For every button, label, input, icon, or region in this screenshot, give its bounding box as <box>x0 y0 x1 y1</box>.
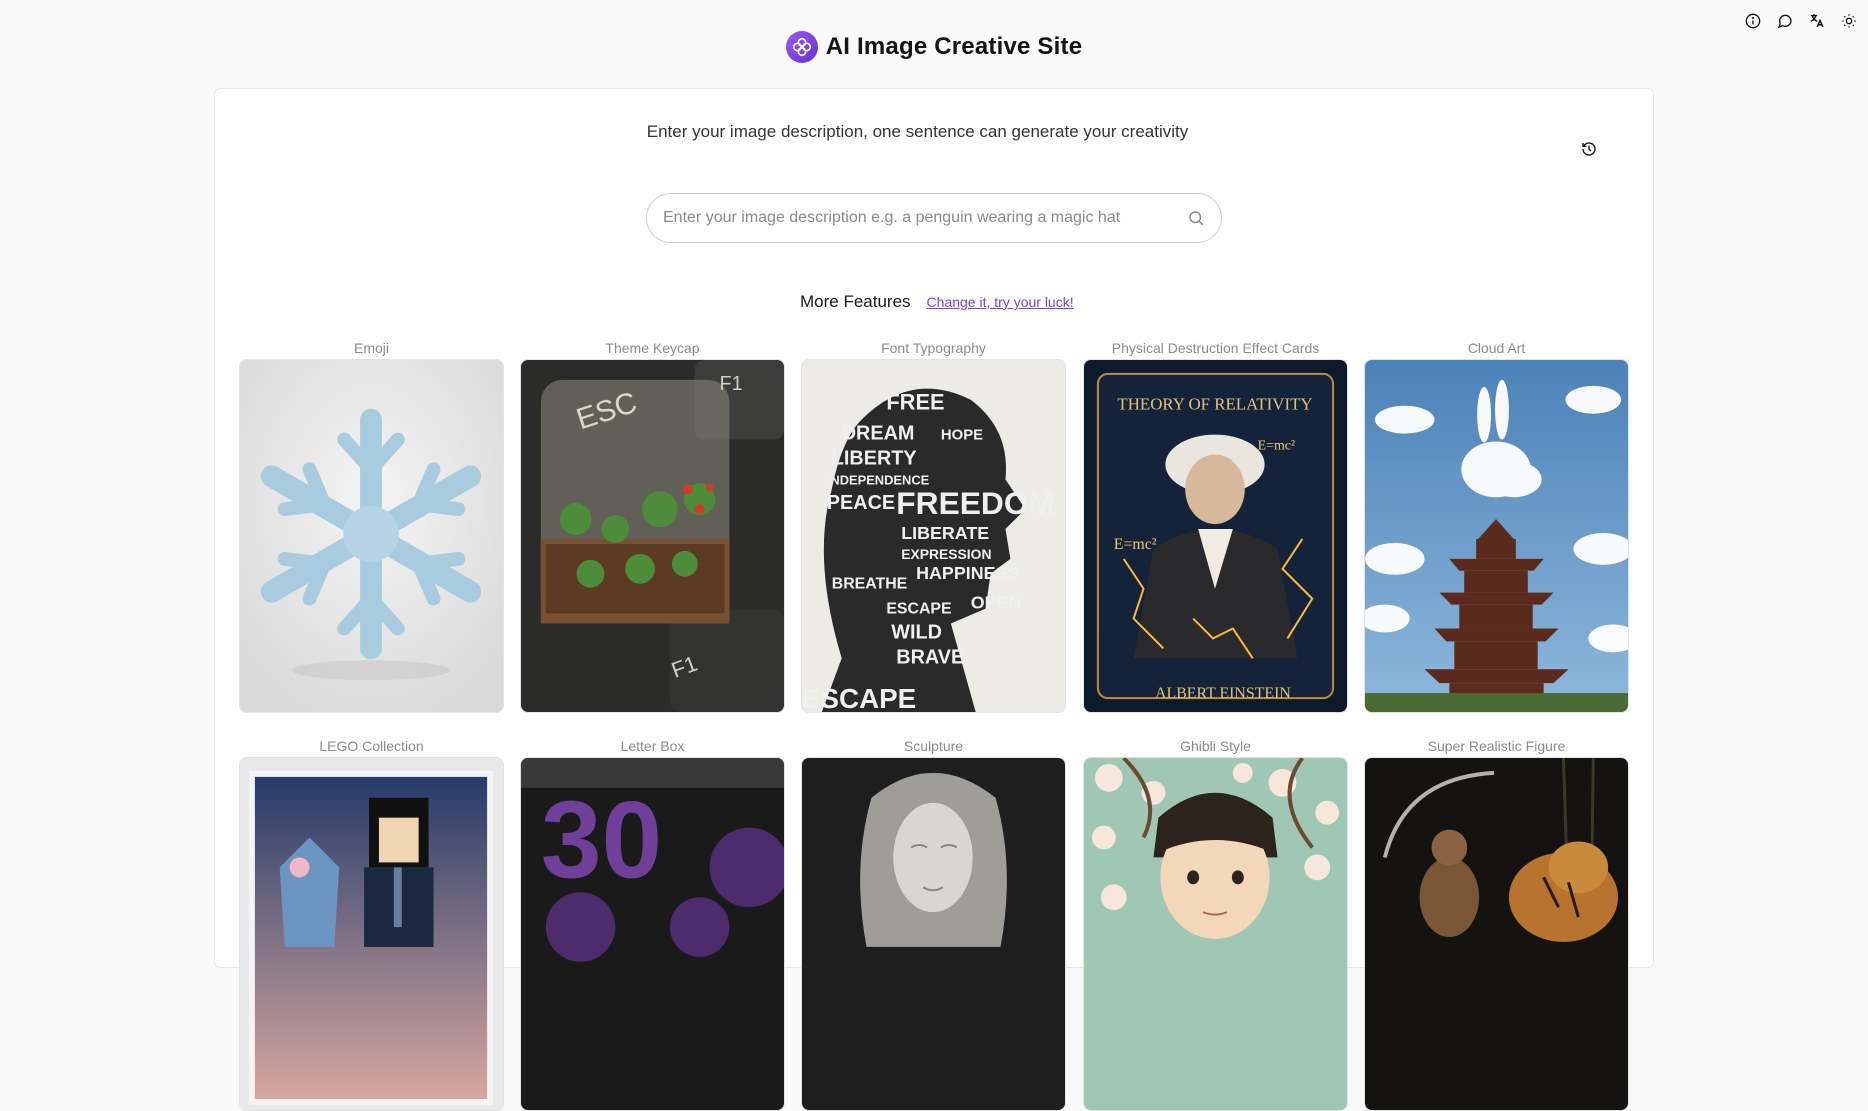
search-box <box>646 193 1222 243</box>
feature-card-emoji[interactable]: Emoji <box>239 339 504 713</box>
typography-word: BRAVE <box>896 646 964 668</box>
feature-card-ghibli[interactable]: Ghibli Style <box>1083 737 1348 1111</box>
card-label: Ghibli Style <box>1180 738 1251 754</box>
brand: AI Image Creative Site <box>0 31 1868 63</box>
card-label: Cloud Art <box>1467 340 1526 356</box>
typography-word: BREATHE <box>832 576 907 593</box>
typography-word: OPEN <box>971 593 1022 613</box>
typography-word: WILD <box>891 621 942 643</box>
typography-word: HAPPINESS <box>916 563 1019 583</box>
formula-text: E=mc² <box>1114 536 1157 553</box>
card-label: Super Realistic Figure <box>1427 738 1566 754</box>
letter-box-number: 30 <box>541 779 662 901</box>
card-image-cloud-art[interactable] <box>1364 359 1629 713</box>
feature-card-cloud-art[interactable]: Cloud Art <box>1364 339 1629 713</box>
logo-icon <box>785 31 818 63</box>
page-title: AI Image Creative Site <box>825 33 1083 60</box>
typography-word: LIBERATE <box>901 523 989 543</box>
subtitle: Enter your image description, one senten… <box>646 122 1189 141</box>
translate-icon[interactable] <box>1807 11 1826 30</box>
typography-word: EXPRESSION <box>901 546 991 562</box>
feature-card-letter-box[interactable]: Letter Box 30 <box>520 737 785 1111</box>
typography-word: DREAM <box>842 423 915 445</box>
typography-word: LIBERTY <box>832 447 917 469</box>
top-icons <box>1743 11 1858 30</box>
card-image-letter-box[interactable]: 30 <box>520 757 785 1111</box>
info-icon[interactable] <box>1743 11 1762 30</box>
theme-sun-icon[interactable] <box>1839 11 1858 30</box>
search-icon[interactable] <box>1185 207 1207 229</box>
card-label: Letter Box <box>620 738 685 754</box>
feature-card-destruction-cards[interactable]: Physical Destruction Effect Cards THEORY… <box>1083 339 1348 713</box>
card-label: LEGO Collection <box>319 738 424 754</box>
card-label: Sculpture <box>903 738 964 754</box>
feature-card-sculpture[interactable]: Sculpture <box>801 737 1066 1111</box>
typography-word: PEACE <box>827 492 895 514</box>
typography-word: ESCAPE <box>886 601 951 618</box>
card-label: Theme Keycap <box>605 340 700 356</box>
features-title: More Features <box>800 292 911 311</box>
card-label: Physical Destruction Effect Cards <box>1111 340 1320 356</box>
card-image-lego[interactable] <box>239 757 504 1111</box>
try-luck-link[interactable]: Change it, try your luck! <box>927 294 1074 310</box>
typography-word: HOPE <box>941 428 983 444</box>
card-image-ghibli[interactable] <box>1083 757 1348 1111</box>
card-title-text: THEORY OF RELATIVITY <box>1117 395 1312 414</box>
card-image-sculpture[interactable] <box>801 757 1066 1111</box>
features-row: More Features Change it, try your luck! <box>800 292 1074 312</box>
card-image-destruction-cards[interactable]: THEORY OF RELATIVITY E=mc² E=mc² ALBERT … <box>1083 359 1348 713</box>
typography-word: FREE <box>886 390 944 415</box>
feature-card-realistic-figure[interactable]: Super Realistic Figure <box>1364 737 1629 1111</box>
card-image-theme-keycap[interactable]: ESC F1 F1 <box>520 359 785 713</box>
search-input[interactable] <box>663 209 1185 227</box>
top-bar: AI Image Creative Site <box>0 0 1868 95</box>
typography-word: ESCAPE <box>802 683 916 712</box>
card-label: Emoji <box>353 340 389 356</box>
feature-card-font-typography[interactable]: Font Typography FREE DREAM HOPE LIBERTY … <box>801 339 1066 713</box>
feature-card-theme-keycap[interactable]: Theme Keycap ESC F1 F1 <box>520 339 785 713</box>
card-image-font-typography[interactable]: FREE DREAM HOPE LIBERTY INDEPENDENCE PEA… <box>801 359 1066 713</box>
history-icon[interactable] <box>1579 139 1599 159</box>
card-label: Font Typography <box>881 340 986 356</box>
chat-icon[interactable] <box>1775 11 1794 30</box>
card-image-realistic-figure[interactable] <box>1364 757 1629 1111</box>
typography-word: FREEDOM <box>896 485 1055 521</box>
card-name-text: ALBERT EINSTEIN <box>1155 685 1291 702</box>
formula-text: E=mc² <box>1258 438 1295 453</box>
feature-card-lego[interactable]: LEGO Collection <box>239 737 504 1111</box>
keycap-text-corner: F1 <box>719 373 742 395</box>
card-image-emoji[interactable] <box>239 359 504 713</box>
